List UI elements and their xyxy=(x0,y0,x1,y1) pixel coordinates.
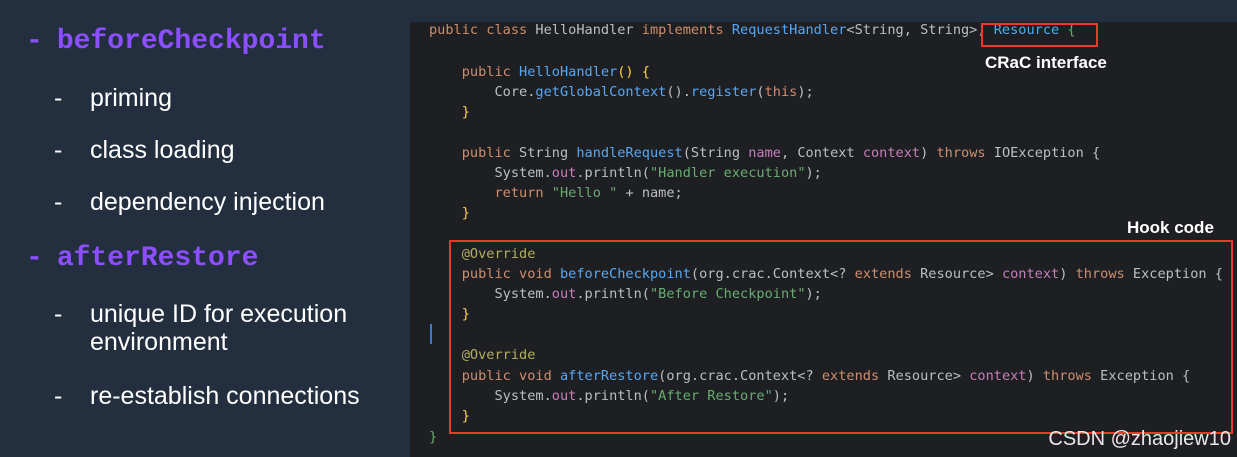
code-line-class-decl: public class HelloHandler implements Req… xyxy=(429,22,1076,38)
code-line-register: Core.getGlobalContext().register(this); xyxy=(429,84,814,100)
code-line-close-class: } xyxy=(429,429,438,445)
hook-code-highlight xyxy=(449,240,1233,434)
code-line-println-handler: System.out.println("Handler execution"); xyxy=(429,165,822,181)
code-line-close-handle: } xyxy=(429,205,470,221)
crac-interface-label: CRaC interface xyxy=(985,53,1107,72)
code-line-constructor: public HelloHandler() { xyxy=(429,64,650,80)
hook-code-label: Hook code xyxy=(1127,218,1214,237)
caret-gutter-marker xyxy=(430,324,432,344)
slide-bullets: - beforeCheckpoint - priming - class load… xyxy=(26,26,360,410)
watermark: CSDN @zhaojiew10 xyxy=(1048,428,1231,450)
heading-before-checkpoint: - beforeCheckpoint xyxy=(26,26,326,57)
code-line-return: return "Hello " + name; xyxy=(494,185,683,201)
heading-after-restore: - afterRestore xyxy=(26,243,259,274)
crac-interface-highlight xyxy=(981,23,1098,47)
code-line-close-constructor: } xyxy=(429,104,470,120)
code-line-handle-request: public String handleRequest(String name,… xyxy=(429,145,1101,161)
